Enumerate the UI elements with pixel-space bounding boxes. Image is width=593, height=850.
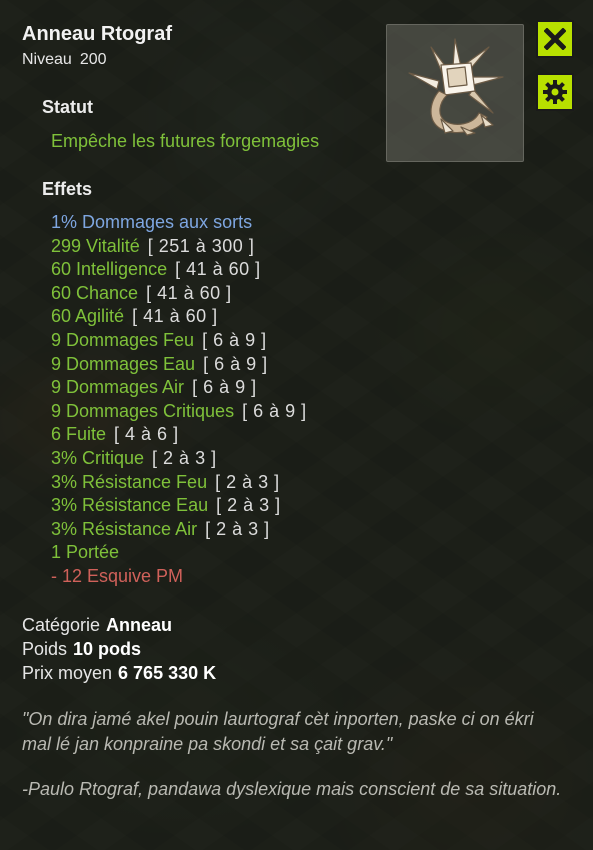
gear-icon [543, 80, 567, 104]
effect-range: [ 41 à 60 ] [146, 282, 232, 303]
effect-text: 9 Dommages Critiques [51, 400, 235, 421]
item-name: Anneau Rtograf [22, 23, 172, 45]
effect-row: 3% Résistance Feu [ 2 à 3 ] [51, 471, 307, 495]
effect-text: 1 Portée [51, 542, 120, 563]
effect-range: [ 6 à 9 ] [203, 353, 268, 374]
effect-text: 3% Résistance Eau [51, 495, 209, 516]
effect-text: 9 Dommages Eau [51, 353, 196, 374]
effects-list: 1% Dommages aux sorts 299 Vitalité [ 251 à… [51, 211, 307, 589]
effect-text: 299 Vitalité [51, 235, 140, 256]
effect-range: [ 251 à 300 ] [147, 235, 255, 256]
effect-row: 299 Vitalité [ 251 à 300 ] [51, 235, 307, 259]
effect-row: 3% Résistance Eau [ 2 à 3 ] [51, 494, 307, 518]
category-value: Anneau [106, 615, 173, 635]
price-value: 6 765 330 K [118, 663, 217, 683]
effect-row: - 12 Esquive PM [51, 565, 307, 589]
item-description-signature: -Paulo Rtograf, pandawa dyslexique mais … [22, 779, 562, 799]
effect-row: 9 Dommages Air [ 6 à 9 ] [51, 376, 307, 400]
effect-text: 60 Chance [51, 282, 139, 303]
effect-row: 60 Agilité [ 41 à 60 ] [51, 305, 307, 329]
effect-text: 9 Dommages Air [51, 377, 185, 398]
effect-text: 6 Fuite [51, 424, 107, 445]
effect-text: 60 Intelligence [51, 259, 168, 280]
item-tooltip: Anneau Rtograf Niveau 200 Statut Empêche… [0, 0, 593, 850]
effect-range: [ 2 à 3 ] [216, 495, 281, 516]
effect-row: 9 Dommages Critiques [ 6 à 9 ] [51, 400, 307, 424]
effect-text: - 12 Esquive PM [51, 565, 184, 586]
effect-range: [ 2 à 3 ] [215, 471, 280, 492]
effect-range: [ 2 à 3 ] [205, 518, 270, 539]
level-label: Niveau [22, 51, 72, 68]
effect-row: 6 Fuite [ 4 à 6 ] [51, 423, 307, 447]
price-label: Prix moyen [22, 663, 113, 683]
item-description-quote: "On dira jamé akel pouin laurtograf cèt … [22, 709, 534, 754]
weight-label: Poids [22, 639, 68, 659]
category-row: Catégorie Anneau [22, 613, 216, 637]
effect-range: [ 2 à 3 ] [152, 447, 217, 468]
effect-text: 60 Agilité [51, 306, 125, 327]
effect-row: 3% Résistance Air [ 2 à 3 ] [51, 518, 307, 542]
status-text: Empêche les futures forgemagies [51, 131, 320, 151]
price-row: Prix moyen 6 765 330 K [22, 661, 216, 685]
close-button[interactable] [536, 20, 574, 58]
effect-row: 60 Chance [ 41 à 60 ] [51, 282, 307, 306]
category-label: Catégorie [22, 615, 101, 635]
effect-row: 9 Dommages Eau [ 6 à 9 ] [51, 353, 307, 377]
effects-section-title: Effets [42, 179, 93, 199]
close-icon [544, 28, 566, 50]
effect-text: 9 Dommages Feu [51, 329, 195, 350]
item-level: Niveau 200 [22, 51, 107, 69]
effect-text: 3% Résistance Feu [51, 471, 208, 492]
effect-row: 60 Intelligence [ 41 à 60 ] [51, 258, 307, 282]
item-properties: Catégorie Anneau Poids 10 pods Prix moyen 6… [22, 613, 216, 685]
effect-row: 1% Dommages aux sorts [51, 211, 307, 235]
settings-button[interactable] [536, 73, 574, 111]
effect-range: [ 6 à 9 ] [192, 377, 257, 398]
effect-range: [ 6 à 9 ] [242, 400, 307, 421]
effect-text: 1% Dommages aux sorts [51, 212, 253, 232]
effect-row: 9 Dommages Feu [ 6 à 9 ] [51, 329, 307, 353]
effect-row: 3% Critique [ 2 à 3 ] [51, 447, 307, 471]
effect-text: 3% Résistance Air [51, 518, 198, 539]
effect-range: [ 6 à 9 ] [202, 329, 267, 350]
item-image-frame [386, 24, 524, 162]
effect-range: [ 41 à 60 ] [132, 306, 218, 327]
weight-value: 10 pods [73, 639, 142, 659]
status-section-title: Statut [42, 97, 93, 117]
level-value: 200 [79, 51, 107, 68]
effect-row: 1 Portée [51, 541, 307, 565]
weight-row: Poids 10 pods [22, 637, 216, 661]
ring-item-icon [408, 38, 504, 136]
effect-range: [ 41 à 60 ] [175, 259, 261, 280]
effect-range: [ 4 à 6 ] [114, 424, 179, 445]
effect-text: 3% Critique [51, 447, 145, 468]
